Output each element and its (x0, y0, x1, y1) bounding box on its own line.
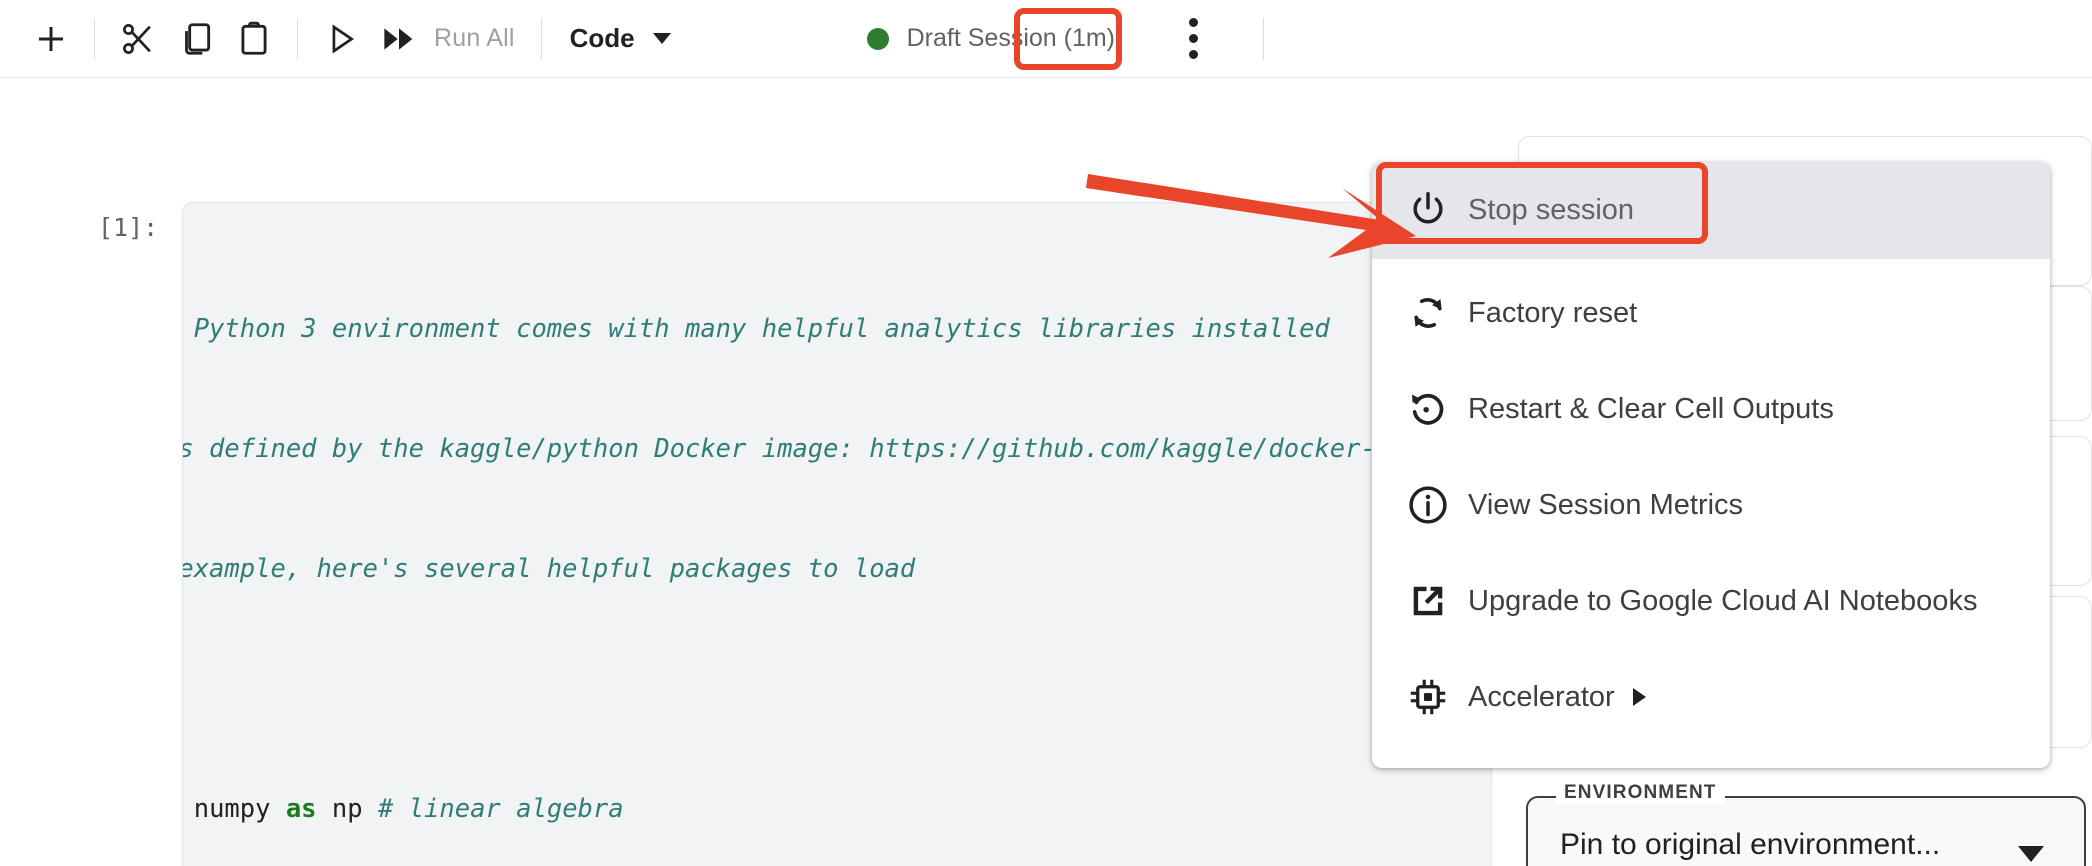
menu-item-restart-clear-outputs[interactable]: Restart & Clear Cell Outputs (1372, 373, 2050, 445)
plus-icon (33, 21, 69, 57)
scissors-icon (119, 20, 157, 58)
cell-type-label: Code (569, 23, 635, 53)
menu-gap (1372, 349, 2050, 373)
cut-cell-button[interactable] (109, 10, 167, 68)
power-icon (1406, 189, 1468, 233)
more-vert-icon (1188, 18, 1198, 59)
notebook-body: [1]: s Python 3 environment comes with m… (0, 78, 2092, 866)
menu-item-label: Upgrade to Google Cloud AI Notebooks (1468, 584, 1978, 617)
info-icon (1406, 483, 1468, 527)
cell-type-dropdown[interactable]: Code (556, 12, 685, 66)
menu-gap (1372, 637, 2050, 661)
menu-item-label: Factory reset (1468, 296, 1638, 329)
menu-item-label: View Session Metrics (1468, 488, 1744, 521)
menu-item-label: Restart & Clear Cell Outputs (1468, 392, 1834, 425)
menu-item-upgrade-gcp-notebooks[interactable]: Upgrade to Google Cloud AI Notebooks (1372, 565, 2050, 637)
menu-gap (1372, 541, 2050, 565)
kaggle-notebook-screen: Run All Code Draft Session (1m) [1]: s P… (0, 0, 2092, 866)
toolbar-divider-3 (540, 17, 542, 60)
toolbar-divider-1 (94, 17, 95, 60)
menu-gap (1372, 445, 2050, 469)
menu-item-stop-session[interactable]: Stop session (1372, 162, 2050, 259)
code-cell-content[interactable]: s Python 3 environment comes with many h… (182, 229, 1491, 866)
sync-icon (1406, 291, 1468, 335)
add-cell-button[interactable] (22, 10, 80, 68)
session-options-menu: Stop session Factory reset Restart & Cle… (1372, 162, 2050, 768)
toolbar-divider-4 (1263, 17, 1265, 60)
chevron-down-icon[interactable] (2018, 846, 2044, 862)
copy-icon (177, 20, 215, 58)
session-status: Draft Session (1m) (866, 24, 1116, 53)
copy-cell-button[interactable] (167, 10, 225, 68)
play-icon (324, 22, 358, 56)
menu-item-label: Stop session (1468, 194, 1635, 226)
session-status-label: Draft Session (1m) (906, 24, 1116, 52)
session-more-options-button[interactable] (1141, 2, 1245, 76)
menu-item-accelerator[interactable]: Accelerator (1372, 661, 2050, 733)
external-link-icon (1406, 579, 1468, 623)
session-status-dot (866, 27, 889, 50)
environment-legend: ENVIRONMENT (1556, 782, 1725, 804)
run-cell-button[interactable] (312, 10, 370, 68)
notebook-toolbar: Run All Code Draft Session (1m) (0, 0, 2092, 78)
menu-gap (1372, 259, 2050, 277)
code-line: example, here's several helpful packages… (182, 554, 916, 584)
run-all-label[interactable]: Run All (428, 24, 527, 53)
fast-forward-icon (379, 22, 419, 56)
code-line: is defined by the kaggle/python Docker i… (182, 434, 1468, 464)
code-cell[interactable]: s Python 3 environment comes with many h… (182, 202, 1492, 866)
chip-icon (1406, 675, 1468, 719)
code-line: s Python 3 environment comes with many h… (182, 314, 1330, 344)
clipboard-icon (235, 20, 273, 58)
menu-item-factory-reset[interactable]: Factory reset (1372, 277, 2050, 349)
run-all-button[interactable] (370, 10, 428, 68)
restore-icon (1406, 387, 1468, 431)
menu-item-label: Accelerator (1468, 680, 1615, 713)
environment-selected-value: Pin to original environment... (1560, 828, 1941, 861)
chevron-down-icon (652, 33, 671, 44)
code-line: t numpy as np # linear algebra (182, 794, 624, 824)
paste-cell-button[interactable] (225, 10, 283, 68)
cell-prompt-label: [1]: (98, 213, 159, 242)
toolbar-divider-2 (297, 17, 298, 60)
menu-item-view-session-metrics[interactable]: View Session Metrics (1372, 469, 2050, 541)
chevron-right-icon (1632, 688, 1646, 706)
